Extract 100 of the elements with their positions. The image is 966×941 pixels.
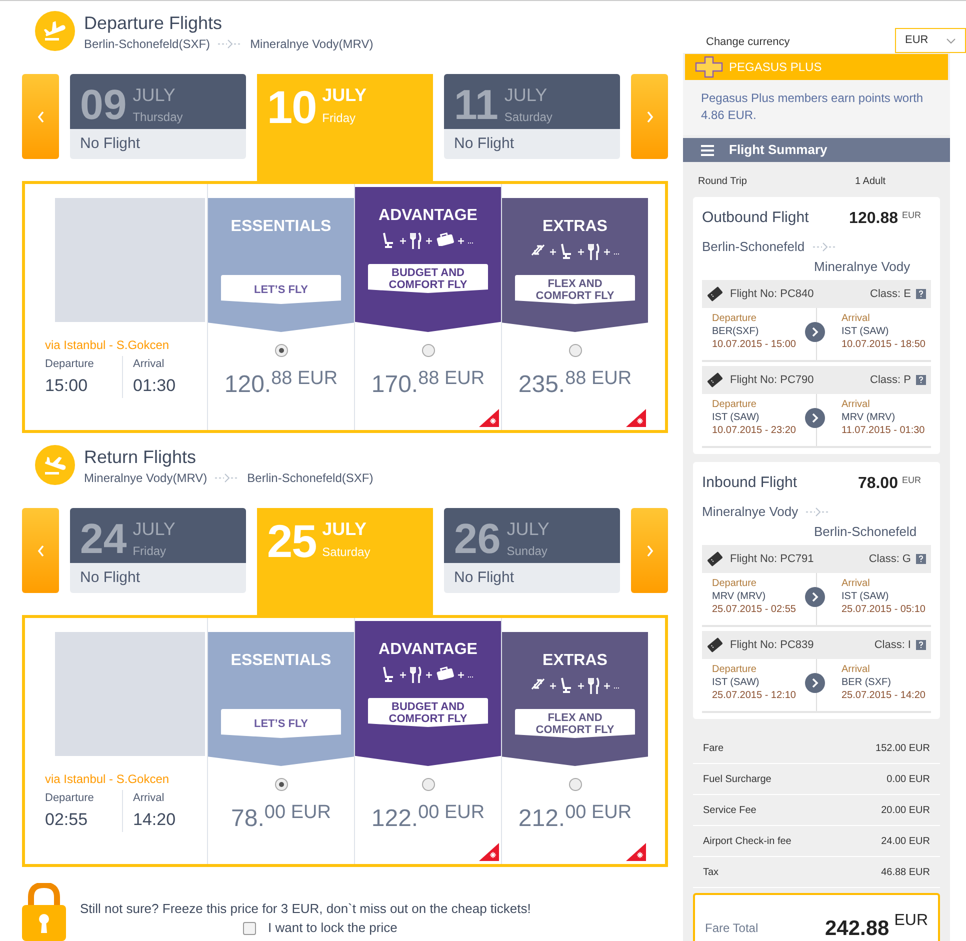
destination-label: Berlin-Schonefeld(SXF)	[247, 470, 374, 487]
departure-airport: MRV (MRV)	[712, 590, 767, 603]
arrival-time: 01:30	[133, 374, 176, 396]
previous-date-button[interactable]	[22, 508, 59, 593]
weekday-label: Thursday	[132, 109, 183, 125]
month-label: JULY	[322, 518, 368, 540]
plane-icon	[35, 11, 75, 51]
plus-icon	[458, 672, 464, 678]
flight-title: Inbound Flight	[702, 473, 798, 493]
cost-value: 46.88 EUR	[881, 866, 930, 880]
plus-icon	[578, 683, 584, 689]
plus-icon	[458, 238, 464, 244]
plus-icon	[400, 238, 406, 244]
arrival-time: 10.07.2015 - 18:50	[842, 338, 926, 351]
flight-amount: 120.88	[849, 209, 898, 229]
currency-label: Change currency	[706, 35, 790, 50]
cost-value: 24.00 EUR	[881, 834, 930, 848]
total-label: Fare Total	[705, 920, 758, 937]
previous-date-button[interactable]	[22, 74, 59, 159]
fare-radio[interactable]	[422, 344, 434, 357]
arrival-label: Arrival	[842, 663, 871, 676]
flight-number: Flight No: PC790	[730, 372, 814, 388]
cost-label: Tax	[703, 866, 719, 880]
next-date-button[interactable]	[631, 74, 668, 159]
chevron-right-icon	[646, 110, 654, 122]
departure-time: 25.07.2015 - 12:10	[712, 689, 797, 702]
chevron-left-icon	[36, 110, 44, 122]
fare-radio[interactable]	[274, 778, 288, 791]
weekday-label: Friday	[322, 110, 357, 126]
cost-label: Airport Check-in fee	[703, 834, 792, 848]
month-label: JULY	[132, 84, 176, 106]
menu-icon	[701, 144, 714, 156]
chevron-circle-icon	[805, 673, 825, 693]
flight-currency: EUR	[902, 474, 921, 487]
plus-icon	[426, 672, 432, 678]
passenger-count: 1 Adult	[855, 175, 886, 189]
departure-label: Departure	[712, 663, 758, 676]
fare-class: Class: E	[870, 286, 911, 302]
day-number: 26	[454, 518, 501, 560]
fare-radio[interactable]	[422, 778, 434, 791]
day-number: 11	[454, 84, 498, 126]
departure-label: Departure	[712, 577, 758, 590]
fare-radio[interactable]	[568, 778, 582, 791]
plus-icon	[550, 683, 556, 689]
summary-title: Flight Summary	[729, 141, 828, 160]
route-arrow-icon	[806, 506, 830, 517]
departure-airport: IST (SAW)	[712, 411, 760, 424]
chevron-circle-icon	[805, 408, 825, 428]
departure-label: Departure	[712, 312, 758, 325]
arrival-time: 14:20	[133, 808, 176, 830]
arrival-label: Arrival	[133, 791, 166, 806]
arrival-airport: BER (SXF)	[842, 676, 892, 689]
fare-class: Class: I	[874, 638, 911, 653]
fare-radio[interactable]	[274, 344, 288, 357]
destination-label: Mineralnye Vody	[813, 258, 912, 276]
lock-price-text: Still not sure? Freeze this price for 3 EUR, don`t miss out on the cheap tickets!	[80, 901, 531, 917]
origin-label: Berlin-Schonefeld	[702, 238, 805, 256]
lock-price-checkbox[interactable]	[243, 922, 256, 934]
route-arrow-icon	[218, 39, 242, 49]
caret-down-icon	[946, 38, 956, 44]
fare-name: ADVANTAGE	[378, 206, 478, 226]
help-icon	[916, 554, 926, 564]
day-number: 24	[80, 518, 127, 560]
departure-airport: BER(SXF)	[712, 325, 760, 338]
arrival-time: 25.07.2015 - 05:10	[842, 603, 926, 616]
weekday-label: Friday	[132, 543, 168, 559]
total-amount: 242.88	[824, 916, 890, 941]
fare-tagline: BUDGET AND COMFORT FLY	[368, 698, 488, 727]
chevron-right-icon	[646, 544, 654, 556]
fare-class: Class: G	[868, 552, 911, 567]
help-icon	[916, 640, 926, 650]
cost-label: Fuel Surcharge	[703, 772, 772, 786]
fare-name: ADVANTAGE	[378, 640, 478, 660]
departure-time: 25.07.2015 - 02:55	[712, 603, 797, 616]
departure-time: 15:00	[45, 374, 89, 396]
flight-currency: EUR	[902, 209, 921, 222]
section-title: Departure Flights	[84, 12, 224, 35]
route-arrow-icon	[812, 242, 837, 252]
chevron-circle-icon	[805, 587, 825, 607]
plus-logo-icon	[695, 56, 723, 78]
plus-info-text: Pegasus Plus members earn points worth 4.86 EUR.	[683, 80, 950, 135]
cost-value: 152.00 EUR	[876, 742, 930, 756]
weekday-label: Sunday	[506, 543, 548, 559]
currency-select[interactable]: EUR	[895, 28, 966, 53]
flight-number: Flight No: PC840	[730, 286, 814, 302]
fare-radio[interactable]	[568, 344, 582, 357]
arrival-label: Arrival	[842, 312, 871, 325]
departure-label: Departure	[45, 357, 95, 372]
month-label: JULY	[506, 518, 550, 540]
day-number: 09	[80, 84, 127, 126]
day-number: 10	[267, 84, 316, 130]
departure-airport: IST (SAW)	[712, 676, 760, 689]
route-arrow-icon	[215, 473, 240, 483]
fare-class: Class: P	[870, 372, 911, 388]
next-date-button[interactable]	[631, 508, 668, 593]
arrival-label: Arrival	[842, 398, 871, 411]
no-flight-label: No Flight	[80, 134, 140, 154]
no-flight-label: No Flight	[454, 568, 514, 588]
help-icon	[916, 375, 926, 385]
arrival-time: 25.07.2015 - 14:20	[842, 689, 926, 702]
